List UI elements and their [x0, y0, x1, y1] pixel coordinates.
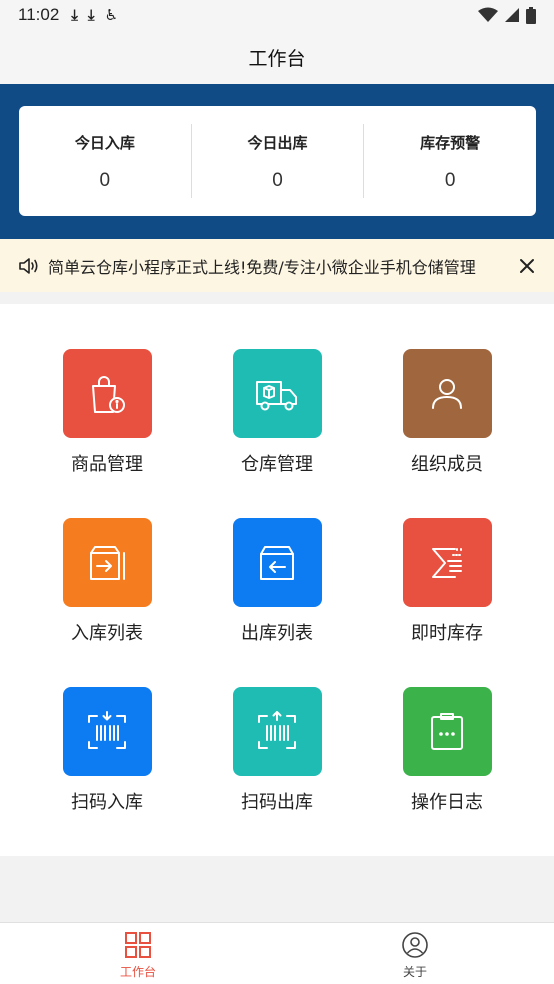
clipboard-icon — [431, 712, 463, 750]
summary-value: 0 — [444, 170, 456, 191]
grid-item-product-management[interactable]: 商品管理 — [42, 349, 172, 479]
tile — [232, 687, 322, 776]
tile — [402, 518, 492, 607]
box-in-icon — [90, 545, 125, 580]
notice-bar[interactable]: 简单云仓库小程序正式上线!免费/专注小微企业手机仓储管理 — [0, 239, 554, 292]
tab-workbench[interactable]: 工作台 — [88, 931, 188, 980]
tab-label: 关于 — [402, 965, 427, 979]
tile — [62, 687, 152, 776]
bottom-tab-bar: 工作台 关于 — [0, 922, 554, 984]
signal-icon — [505, 8, 519, 22]
grid-label: 商品管理 — [71, 454, 143, 475]
grid-label: 组织成员 — [411, 454, 483, 475]
summary-value: 0 — [272, 170, 283, 191]
page-title: 工作台 — [248, 47, 306, 70]
grid-label: 扫码入库 — [71, 792, 143, 813]
grid-label: 即时库存 — [411, 623, 483, 644]
grid-item-operation-log[interactable]: 操作日志 — [382, 687, 512, 817]
tile — [62, 349, 152, 438]
grid-item-scan-outbound[interactable]: 扫码出库 — [212, 687, 342, 817]
download-icon: ⤓ — [87, 6, 95, 24]
summary-label: 今日出库 — [247, 134, 308, 152]
tile — [402, 349, 492, 438]
download-icon: ⤓ — [71, 6, 78, 24]
summary-stock-warning[interactable]: 库存预警 0 — [363, 124, 536, 198]
status-time: 11:02 — [18, 5, 60, 24]
grid-item-warehouse-management[interactable]: 仓库管理 — [212, 349, 342, 479]
grid-item-inbound-list[interactable]: 入库列表 — [42, 518, 172, 648]
tile — [402, 687, 492, 776]
grid-label: 出库列表 — [241, 623, 313, 644]
summary-label: 库存预警 — [420, 134, 481, 152]
user-circle-icon — [402, 932, 428, 958]
grid-label: 扫码出库 — [241, 792, 313, 813]
grid-icon — [125, 932, 151, 958]
delivery-truck-icon — [256, 380, 297, 410]
person-icon — [432, 378, 462, 409]
summary-value: 0 — [99, 170, 111, 191]
grid-label: 仓库管理 — [241, 454, 313, 475]
summary-label: 今日入库 — [74, 134, 135, 152]
tab-about[interactable]: 关于 — [365, 931, 465, 980]
tile — [62, 518, 152, 607]
tile — [232, 349, 322, 438]
scan-out-icon — [258, 710, 296, 749]
summary-today-in[interactable]: 今日入库 0 — [19, 124, 191, 198]
close-icon[interactable] — [518, 257, 536, 275]
function-grid: 商品管理 仓库管理 组织成员 入库列表 出库列表 即时库存 扫码入库 扫码出库 … — [0, 304, 554, 856]
grid-item-scan-inbound[interactable]: 扫码入库 — [42, 687, 172, 817]
summary-band: 今日入库 0 今日出库 0 库存预警 0 — [0, 84, 554, 239]
grid-item-organization-members[interactable]: 组织成员 — [382, 349, 512, 479]
tile — [232, 518, 322, 607]
grid-item-outbound-list[interactable]: 出库列表 — [212, 518, 342, 648]
grid-label: 入库列表 — [71, 623, 143, 644]
summary-today-out[interactable]: 今日出库 0 — [190, 124, 364, 198]
accessibility-icon: ♿ — [104, 6, 119, 24]
box-out-icon — [260, 545, 294, 580]
nav-bar: 工作台 — [0, 30, 554, 84]
grid-label: 操作日志 — [411, 792, 483, 813]
battery-icon — [526, 6, 536, 24]
tab-label: 工作台 — [119, 965, 156, 979]
notice-text: 简单云仓库小程序正式上线!免费/专注小微企业手机仓储管理 — [48, 257, 476, 277]
wifi-icon — [478, 7, 498, 22]
summary-card: 今日入库 0 今日出库 0 库存预警 0 — [19, 106, 536, 216]
speaker-icon — [19, 257, 38, 274]
status-bar: 11:02 ⤓ ⤓ ♿ — [0, 0, 554, 30]
shopping-bag-info-icon — [92, 375, 125, 413]
grid-item-realtime-stock[interactable]: 即时库存 — [382, 518, 512, 648]
sigma-list-icon — [432, 547, 462, 578]
scan-in-icon — [88, 710, 126, 749]
